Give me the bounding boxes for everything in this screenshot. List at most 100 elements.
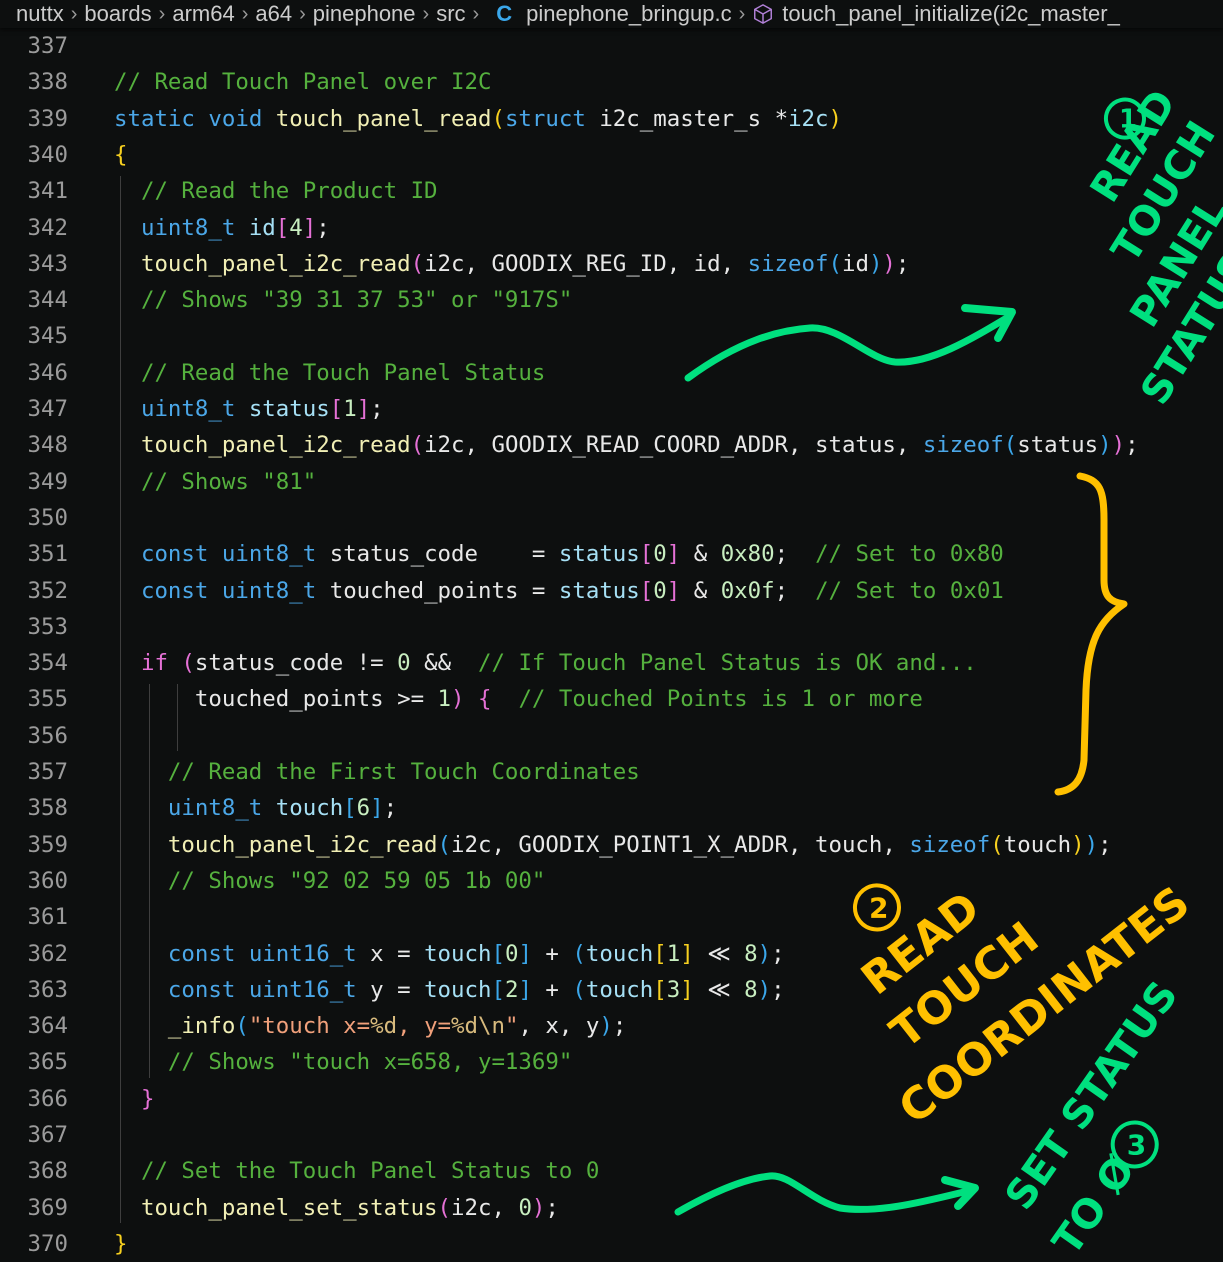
breadcrumb-item-src[interactable]: src — [436, 0, 465, 28]
annotation-line: PANEL — [1121, 190, 1223, 336]
breadcrumb-item-arm64[interactable]: arm64 — [172, 0, 234, 28]
line-number[interactable]: 353 — [0, 609, 68, 645]
line-number[interactable]: 365 — [0, 1044, 68, 1080]
line-number[interactable]: 368 — [0, 1153, 68, 1189]
code-text: // Read the First Touch Coordinates — [114, 754, 640, 790]
code-token: touch — [585, 976, 654, 1003]
code-text: _info("touch x=%d, y=%d\n", x, y); — [114, 1008, 626, 1044]
code-token: 0x80 — [720, 541, 775, 568]
code-text: // Read Touch Panel over I2C — [114, 64, 491, 100]
code-token: uint8_t — [140, 396, 236, 422]
breadcrumb-file[interactable]: pinephone_bringup.c — [526, 0, 732, 28]
code-token: status_code = — [316, 541, 559, 568]
line-number[interactable]: 354 — [0, 645, 68, 681]
code-token: touch_panel_read — [275, 105, 492, 132]
line-number[interactable]: 337 — [0, 28, 68, 64]
code-token: ( — [491, 105, 505, 132]
line-number[interactable]: 360 — [0, 863, 68, 899]
line-number[interactable]: 367 — [0, 1117, 68, 1153]
line-number[interactable]: 355 — [0, 681, 68, 717]
line-number[interactable]: 346 — [0, 355, 68, 391]
line-number[interactable]: 350 — [0, 500, 68, 536]
breadcrumb-item-nuttx[interactable]: nuttx — [16, 0, 64, 28]
line-number[interactable]: 340 — [0, 137, 68, 173]
code-token: y = — [356, 976, 425, 1003]
code-token: ; — [370, 396, 384, 422]
breadcrumb-item-pinephone[interactable]: pinephone — [313, 0, 416, 28]
line-number[interactable]: 342 — [0, 210, 68, 246]
line-number[interactable]: 369 — [0, 1190, 68, 1226]
code-token: static — [114, 105, 195, 132]
code-token: \n — [478, 1013, 505, 1040]
code-text: uint8_t status[1]; — [114, 391, 384, 427]
brace-icon — [1054, 472, 1128, 796]
chevron-right-icon: › — [299, 3, 306, 25]
line-number[interactable]: 361 — [0, 899, 68, 935]
line-number[interactable]: 349 — [0, 464, 68, 500]
code-token: [ — [329, 396, 344, 422]
line-number[interactable]: 358 — [0, 790, 68, 826]
line-number[interactable]: 347 — [0, 391, 68, 427]
line-number[interactable]: 344 — [0, 282, 68, 318]
code-token: uint8_t — [167, 795, 263, 822]
line-number[interactable]: 339 — [0, 101, 68, 137]
code-token: [ — [639, 577, 654, 604]
code-token: ; — [383, 795, 398, 822]
code-token: && — [410, 650, 479, 677]
code-token: , x, y — [518, 1013, 600, 1040]
code-token: "touch x= — [248, 1013, 371, 1040]
line-number[interactable]: 352 — [0, 573, 68, 609]
line-number[interactable]: 348 — [0, 427, 68, 463]
code-token: ; — [895, 250, 910, 277]
line-number[interactable]: 357 — [0, 754, 68, 790]
code-token: ; — [774, 577, 816, 604]
code-token: , y= — [397, 1013, 452, 1040]
line-number[interactable]: 366 — [0, 1081, 68, 1117]
line-number[interactable]: 343 — [0, 246, 68, 282]
line-number[interactable]: 363 — [0, 972, 68, 1008]
arrow-icon — [674, 1172, 976, 1216]
code-token: // Set to 0x80 — [815, 541, 1004, 568]
breadcrumb-symbol[interactable]: touch_panel_initialize(i2c_master_ — [782, 0, 1120, 28]
code-token: // Touched Points is 1 or more — [518, 686, 923, 713]
line-number[interactable]: 364 — [0, 1008, 68, 1044]
step-number-circle — [1103, 97, 1146, 140]
line-number[interactable]: 338 — [0, 64, 68, 100]
code-token: ) — [599, 1013, 613, 1040]
code-token: // Read Touch Panel over I2C — [114, 69, 492, 96]
line-number[interactable]: 345 — [0, 318, 68, 354]
line-number[interactable]: 356 — [0, 718, 68, 754]
breadcrumb-item-boards[interactable]: boards — [84, 0, 151, 28]
line-number[interactable]: 359 — [0, 827, 68, 863]
code-token: ; — [771, 940, 785, 967]
line-number[interactable]: 351 — [0, 536, 68, 572]
code-token: { — [477, 686, 492, 713]
code-token: 0 — [504, 940, 519, 967]
code-token: ; — [771, 976, 785, 1003]
code-token: ; — [1125, 432, 1139, 459]
code-token: touch_panel_i2c_read — [140, 432, 411, 459]
code-token: id — [841, 250, 869, 277]
line-number[interactable]: 341 — [0, 173, 68, 209]
code-text: // Shows "81" — [114, 464, 316, 500]
line-number[interactable]: 370 — [0, 1226, 68, 1262]
code-text: // Read the Touch Panel Status — [114, 355, 545, 391]
breadcrumb-item-a64[interactable]: a64 — [255, 0, 292, 28]
arrowhead-icon — [961, 304, 1016, 342]
code-text: } — [114, 1226, 127, 1262]
code-token: if — [140, 650, 168, 677]
line-number[interactable]: 362 — [0, 936, 68, 972]
step-number: 3 — [1127, 1128, 1146, 1161]
code-token: // Set to 0x01 — [815, 577, 1004, 604]
